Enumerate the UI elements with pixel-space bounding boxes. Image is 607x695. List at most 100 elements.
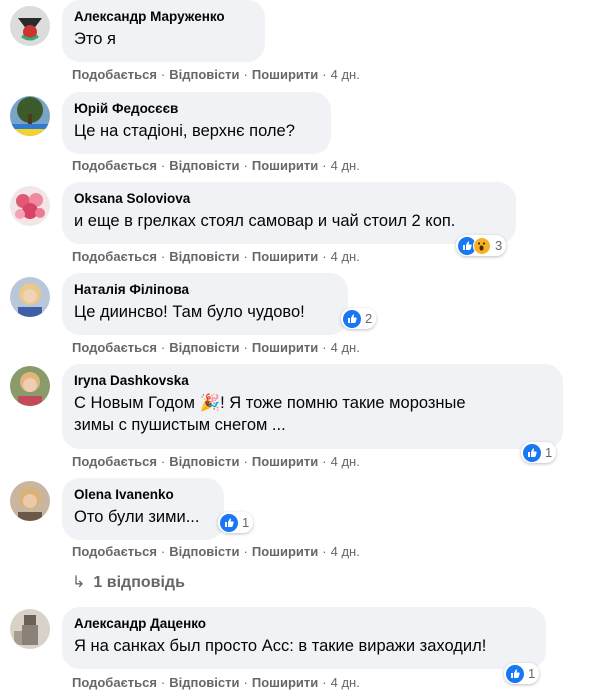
- reaction-count: 1: [242, 515, 250, 530]
- comment-author[interactable]: Александр Даценко: [74, 615, 534, 632]
- separator: ·: [160, 675, 166, 690]
- comment-actions: Подобається · Відповісти · Поширити · 4 дн.: [72, 67, 360, 83]
- timestamp[interactable]: 4 дн.: [331, 544, 360, 559]
- reaction-summary[interactable]: 3: [456, 235, 507, 256]
- timestamp[interactable]: 4 дн.: [331, 340, 360, 355]
- reply-button[interactable]: Відповісти: [169, 249, 239, 264]
- separator: ·: [322, 454, 327, 469]
- share-button[interactable]: Поширити: [252, 249, 318, 264]
- separator: ·: [160, 249, 166, 264]
- comment-text: и еще в грелках стоял самовар и чай стои…: [74, 212, 456, 230]
- separator: ·: [322, 158, 327, 173]
- like-reaction-icon: [220, 513, 238, 532]
- timestamp[interactable]: 4 дн.: [331, 249, 360, 264]
- separator: ·: [243, 340, 248, 355]
- timestamp[interactable]: 4 дн.: [331, 454, 360, 469]
- reply-button[interactable]: Відповісти: [169, 67, 239, 82]
- profile-photo-avatar-icon: [10, 609, 50, 649]
- timestamp[interactable]: 4 дн.: [331, 675, 360, 690]
- separator: ·: [243, 158, 248, 173]
- avatar[interactable]: [10, 186, 50, 226]
- reaction-summary[interactable]: 1: [218, 512, 254, 533]
- share-button[interactable]: Поширити: [252, 675, 318, 690]
- avatar[interactable]: [10, 609, 50, 649]
- comment-bubble: Наталія Філіпова Це диинсво! Там було чу…: [62, 273, 348, 335]
- comment-author[interactable]: Юрій Федосєєв: [74, 100, 319, 117]
- tree-photo-avatar-icon: [10, 96, 50, 136]
- reaction-summary[interactable]: 1: [504, 663, 540, 684]
- profile-photo-avatar-icon: [10, 481, 50, 521]
- like-button[interactable]: Подобається: [72, 454, 157, 469]
- comment-author[interactable]: Александр Маруженко: [74, 8, 253, 25]
- timestamp[interactable]: 4 дн.: [331, 67, 360, 82]
- separator: ·: [160, 158, 166, 173]
- like-button[interactable]: Подобається: [72, 158, 157, 173]
- comment-actions: Подобається · Відповісти · Поширити · 4 дн.: [72, 544, 360, 560]
- comment-author[interactable]: Oksana Soloviova: [74, 190, 504, 207]
- reaction-count: 2: [365, 311, 373, 326]
- profile-photo-avatar-icon: [10, 366, 50, 406]
- comment-author[interactable]: Наталія Філіпова: [74, 281, 336, 298]
- comment-actions: Подобається · Відповісти · Поширити · 4 дн.: [72, 158, 360, 174]
- like-button[interactable]: Подобається: [72, 340, 157, 355]
- share-button[interactable]: Поширити: [252, 158, 318, 173]
- comment-author[interactable]: Olena Ivanenko: [74, 486, 212, 503]
- comment-bubble: Юрій Федосєєв Це на стадіоні, верхнє пол…: [62, 92, 331, 154]
- avatar[interactable]: [10, 366, 50, 406]
- avatar[interactable]: [10, 96, 50, 136]
- comment-actions: Подобається · Відповісти · Поширити · 4 дн.: [72, 249, 360, 265]
- comment-text: Ото були зими...: [74, 508, 200, 526]
- separator: ·: [322, 340, 327, 355]
- share-button[interactable]: Поширити: [252, 340, 318, 355]
- comment-bubble: Iryna Dashkovska С Новым Годом 🎉! Я тоже…: [62, 364, 563, 449]
- separator: ·: [243, 67, 248, 82]
- separator: ·: [322, 67, 327, 82]
- reply-button[interactable]: Відповісти: [169, 340, 239, 355]
- separator: ·: [243, 249, 248, 264]
- separator: ·: [322, 675, 327, 690]
- avatar[interactable]: [10, 277, 50, 317]
- comment-text: Это я: [74, 30, 116, 48]
- reply-button[interactable]: Відповісти: [169, 675, 239, 690]
- roses-photo-avatar-icon: [10, 186, 50, 226]
- share-button[interactable]: Поширити: [252, 67, 318, 82]
- like-reaction-icon: [343, 309, 361, 328]
- comment-text-line: С Новым Годом 🎉! Я тоже помню такие моро…: [74, 394, 466, 412]
- reply-button[interactable]: Відповісти: [169, 454, 239, 469]
- separator: ·: [160, 544, 166, 559]
- like-button[interactable]: Подобається: [72, 675, 157, 690]
- comment-actions: Подобається · Відповісти · Поширити · 4 дн.: [72, 454, 360, 470]
- reply-button[interactable]: Відповісти: [169, 544, 239, 559]
- profile-photo-avatar-icon: [10, 6, 50, 46]
- comment-author[interactable]: Iryna Dashkovska: [74, 372, 551, 389]
- like-button[interactable]: Подобається: [72, 544, 157, 559]
- comment-bubble: Olena Ivanenko Ото були зими...: [62, 478, 224, 540]
- comment-text: Я на санках был просто Асс: в такие вира…: [74, 637, 487, 655]
- comment-bubble: Oksana Soloviova и еще в грелках стоял с…: [62, 182, 516, 244]
- share-button[interactable]: Поширити: [252, 454, 318, 469]
- avatar[interactable]: [10, 6, 50, 46]
- separator: ·: [160, 340, 166, 355]
- like-button[interactable]: Подобається: [72, 67, 157, 82]
- share-button[interactable]: Поширити: [252, 544, 318, 559]
- replies-count-label: 1 відповідь: [93, 574, 185, 591]
- reaction-count: 1: [528, 666, 536, 681]
- view-replies-link[interactable]: ↳ 1 відповідь: [72, 572, 185, 592]
- comment-text: Це диинсво! Там було чудово!: [74, 303, 305, 321]
- comment-text: Це на стадіоні, верхнє поле?: [74, 122, 295, 140]
- reply-arrow-icon: ↳: [72, 574, 86, 591]
- reaction-summary[interactable]: 1: [521, 442, 557, 463]
- separator: ·: [322, 544, 327, 559]
- reaction-summary[interactable]: 2: [341, 308, 377, 329]
- timestamp[interactable]: 4 дн.: [331, 158, 360, 173]
- separator: ·: [243, 454, 248, 469]
- separator: ·: [160, 454, 166, 469]
- reply-button[interactable]: Відповісти: [169, 158, 239, 173]
- like-button[interactable]: Подобається: [72, 249, 157, 264]
- comment-text: С Новым Годом 🎉! Я тоже помню такие моро…: [74, 392, 551, 436]
- comment-bubble: Александр Маруженко Это я: [62, 0, 265, 62]
- separator: ·: [322, 249, 327, 264]
- comment-actions: Подобається · Відповісти · Поширити · 4 дн.: [72, 675, 360, 691]
- avatar[interactable]: [10, 481, 50, 521]
- separator: ·: [243, 675, 248, 690]
